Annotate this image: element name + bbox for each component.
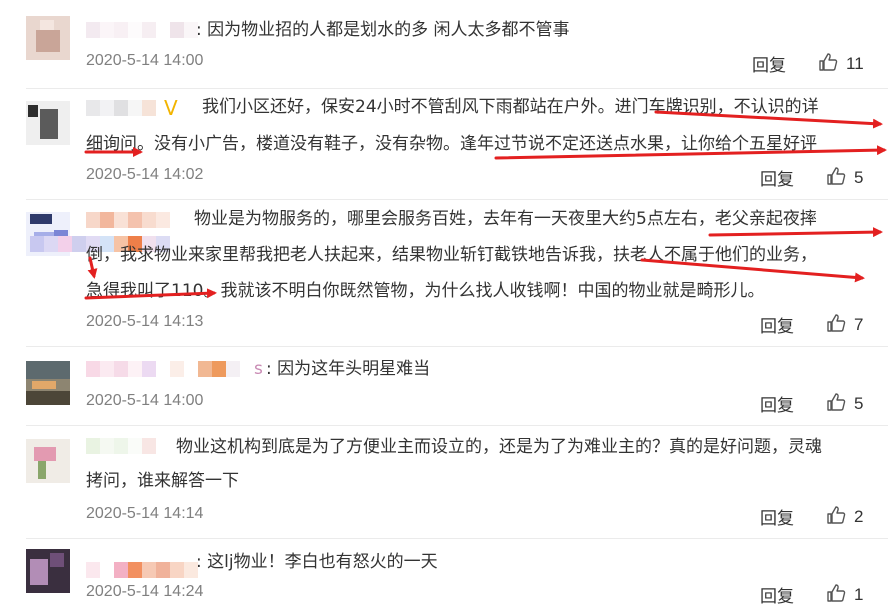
comment-text: 我们小区还好，保安24小时不管刮风下雨都站在户外。进门车牌识别，不认识的详 (202, 97, 819, 117)
username-blurred[interactable] (86, 361, 254, 377)
reply-button[interactable]: 回复 (760, 165, 794, 190)
avatar[interactable] (26, 549, 70, 593)
thumbs-up-icon (826, 583, 846, 607)
divider (26, 538, 888, 539)
username-blurred[interactable] (86, 562, 198, 578)
comment-text: 倒，我求物业来家里帮我把老人扶起来，结果物业斩钉截铁地告诉我，扶老人不属于他们的… (86, 245, 817, 265)
divider (26, 425, 888, 426)
comment-text: 细询问。没有小广告，楼道没有鞋子，没有杂物。逢年过节说不定还送点水果，让你给个五… (86, 134, 817, 154)
thumbs-up-icon (826, 392, 846, 416)
username-tail: s (254, 359, 263, 379)
comment-timestamp: 2020-5-14 14:14 (86, 505, 204, 522)
avatar[interactable] (26, 16, 70, 60)
username-blurred[interactable] (86, 438, 156, 454)
avatar[interactable] (26, 101, 70, 145)
like-count: 11 (846, 54, 864, 73)
comment-text: 急得我叫了110。我就该不明白你既然管物，为什么找人收钱啊！中国的物业就是畸形儿… (86, 281, 765, 301)
reply-button[interactable]: 回复 (760, 312, 794, 337)
divider (26, 88, 888, 89)
like-count: 2 (854, 507, 864, 526)
comment-text: : 因为这年头明星难当 (266, 359, 431, 379)
thumbs-up-icon (818, 52, 838, 76)
like-button[interactable]: 1 (826, 583, 863, 607)
like-count: 5 (854, 168, 864, 187)
comment-timestamp: 2020-5-14 14:02 (86, 166, 204, 183)
avatar[interactable] (26, 439, 70, 483)
divider (26, 199, 888, 200)
like-button[interactable]: 2 (826, 505, 863, 529)
avatar[interactable] (26, 361, 70, 405)
thumbs-up-icon (826, 166, 846, 190)
like-count: 1 (854, 585, 864, 604)
reply-button[interactable]: 回复 (760, 504, 794, 529)
reply-button[interactable]: 回复 (760, 582, 794, 607)
username-blurred[interactable] (86, 22, 198, 38)
comment-text: 物业这机构到底是为了方便业主而设立的，还是为了为难业主的？真的是好问题，灵魂 (176, 437, 822, 457)
verified-badge-icon: V (164, 96, 178, 120)
like-button[interactable]: 5 (826, 392, 863, 416)
like-button[interactable]: 7 (826, 313, 863, 337)
comment-timestamp: 2020-5-14 14:13 (86, 313, 204, 330)
comment-text: : 因为物业招的人都是划水的多 闲人太多都不管事 (196, 20, 570, 40)
reply-button[interactable]: 回复 (760, 391, 794, 416)
like-button[interactable]: 5 (826, 166, 863, 190)
comment-timestamp: 2020-5-14 14:00 (86, 392, 204, 409)
thumbs-up-icon (826, 505, 846, 529)
divider (26, 346, 888, 347)
username-blurred[interactable] (86, 212, 170, 228)
like-count: 7 (854, 315, 864, 334)
like-button[interactable]: 11 (818, 52, 864, 76)
comment-timestamp: 2020-5-14 14:00 (86, 52, 204, 69)
comment-timestamp: 2020-5-14 14:24 (86, 583, 204, 600)
like-count: 5 (854, 394, 864, 413)
reply-button[interactable]: 回复 (752, 51, 786, 76)
thumbs-up-icon (826, 313, 846, 337)
username-blurred[interactable] (86, 100, 170, 116)
comment-text: : 这lj物业！李白也有怒火的一天 (196, 552, 438, 572)
comment-text: 拷问，谁来解答一下 (86, 471, 239, 491)
comment-text: 物业是为物服务的，哪里会服务百姓，去年有一天夜里大约5点左右，老父亲起夜摔 (194, 209, 817, 229)
